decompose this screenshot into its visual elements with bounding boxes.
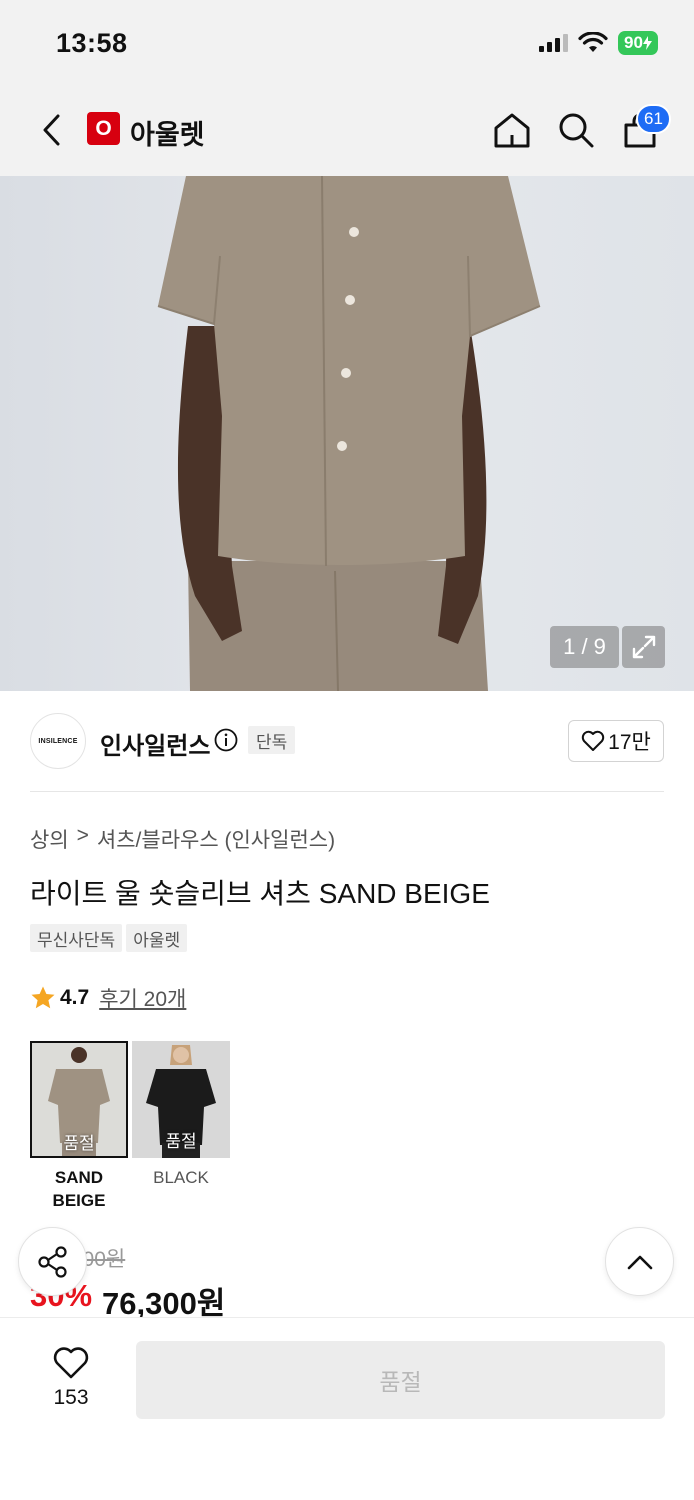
- brand-logo-avatar[interactable]: INSILENCE: [30, 713, 86, 769]
- cart-count-badge: 61: [636, 104, 671, 134]
- image-counter: 1 / 9: [550, 626, 619, 668]
- breadcrumb-subcategory[interactable]: 셔츠/블라우스 (인사일런스): [97, 824, 335, 854]
- breadcrumb: 상의 > 셔츠/블라우스 (인사일런스): [30, 824, 335, 854]
- review-count-link[interactable]: 후기 20개: [99, 983, 186, 1013]
- search-button[interactable]: [554, 108, 598, 152]
- color-name: BLACK: [132, 1166, 230, 1189]
- color-option-black[interactable]: 품절 BLACK: [132, 1041, 230, 1189]
- wishlist-count: 153: [53, 1386, 89, 1409]
- exclusive-tag: 단독: [248, 726, 296, 754]
- status-icons: 90: [538, 31, 658, 55]
- color-thumbnail: 품절: [132, 1041, 230, 1158]
- color-thumbnail: 품절: [30, 1041, 128, 1158]
- battery-level: 90: [624, 33, 643, 52]
- brand-row: INSILENCE 인사일런스 단독 17만: [0, 691, 694, 791]
- tag-outlet: 아울렛: [126, 924, 188, 952]
- home-icon: [494, 113, 530, 148]
- brand-name[interactable]: 인사일런스: [100, 726, 210, 761]
- home-button[interactable]: [490, 108, 534, 152]
- brand-like-button[interactable]: 17만: [568, 720, 664, 762]
- search-icon: [559, 113, 594, 148]
- breadcrumb-separator: >: [76, 824, 89, 847]
- expand-image-button[interactable]: [622, 626, 665, 668]
- breadcrumb-category[interactable]: 상의: [30, 824, 69, 854]
- share-icon: [37, 1245, 67, 1278]
- heart-outline-icon: [581, 730, 605, 751]
- star-icon: [31, 986, 55, 1009]
- outlet-logo[interactable]: O: [87, 112, 120, 145]
- soldout-label: 품절: [63, 1134, 95, 1153]
- product-image[interactable]: [0, 176, 694, 691]
- top-nav-bar: O 아울렛 61: [0, 88, 694, 176]
- bottom-action-bar: 153 품절: [0, 1317, 694, 1500]
- product-tags: 무신사단독 아울렛: [30, 924, 188, 952]
- soldout-purchase-button[interactable]: 품절: [136, 1341, 665, 1419]
- color-name: SAND BEIGE: [30, 1166, 128, 1212]
- color-name-line1: SAND: [54, 1168, 104, 1187]
- chevron-up-icon: [627, 1255, 652, 1269]
- wifi-icon: [578, 32, 608, 52]
- wishlist-button[interactable]: 153: [34, 1346, 108, 1410]
- expand-icon: [632, 635, 655, 659]
- color-name-line1: BLACK: [153, 1168, 209, 1187]
- outlet-title[interactable]: 아울렛: [130, 113, 205, 152]
- heart-outline-icon: [53, 1347, 89, 1379]
- cellular-signal-icon: [539, 34, 568, 52]
- brand-like-count: 17만: [608, 731, 651, 754]
- info-icon[interactable]: [214, 728, 238, 752]
- rating-value: 4.7: [60, 986, 90, 1009]
- charging-bolt-icon: [642, 36, 652, 50]
- back-button[interactable]: [30, 108, 74, 152]
- soldout-label: 품절: [165, 1132, 197, 1151]
- status-bar: 13:58 90: [0, 0, 694, 88]
- rating-row: 4.7 후기 20개: [30, 983, 186, 1013]
- chevron-left-icon: [43, 114, 60, 146]
- battery-indicator: 90: [618, 31, 658, 55]
- product-photo-illustration: [157, 176, 541, 691]
- color-name-line2: BEIGE: [52, 1191, 106, 1210]
- product-title: 라이트 울 숏슬리브 셔츠 SAND BEIGE: [30, 878, 490, 909]
- divider: [30, 791, 664, 792]
- tag-musinsa-exclusive: 무신사단독: [30, 924, 123, 952]
- share-button[interactable]: [18, 1227, 87, 1296]
- scroll-to-top-button[interactable]: [605, 1227, 674, 1296]
- color-option-sand-beige[interactable]: 품절 SAND BEIGE: [30, 1041, 128, 1212]
- status-time: 13:58: [56, 28, 128, 58]
